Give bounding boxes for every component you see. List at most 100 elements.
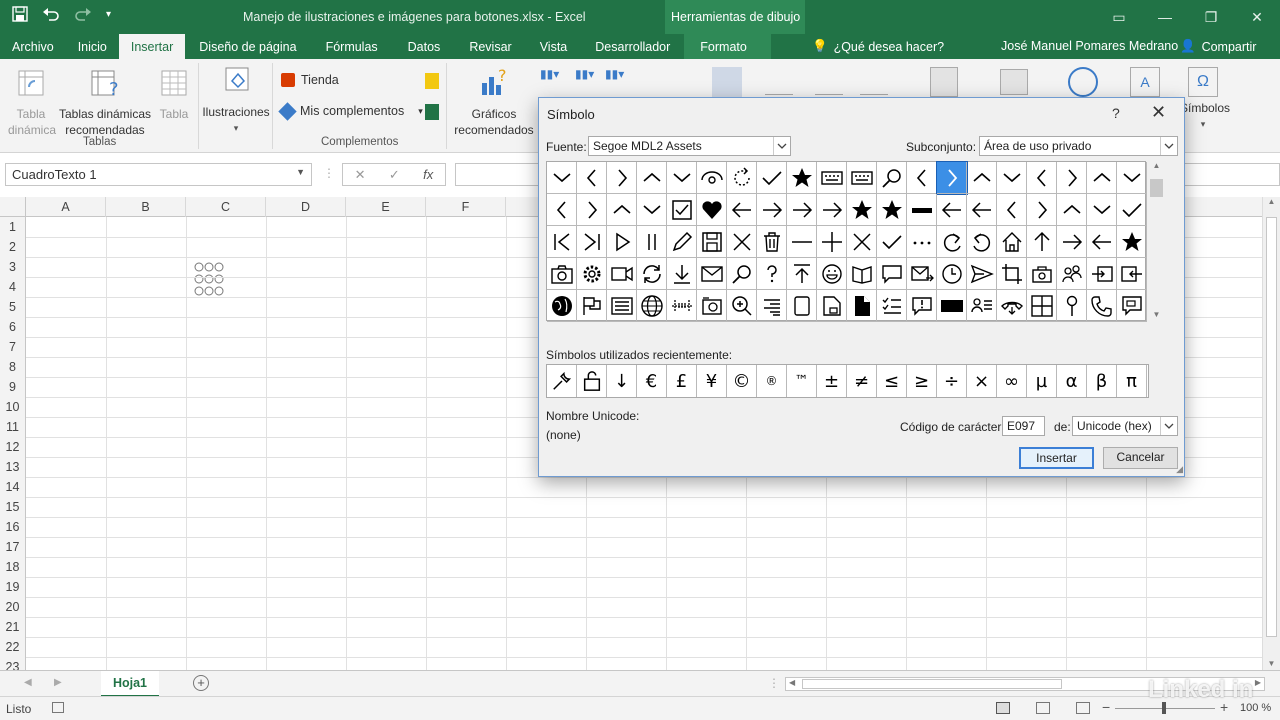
column-chart-icon[interactable]: ▮▮▾ [540,67,559,81]
align-right-icon[interactable] [757,290,787,322]
mail-send-icon[interactable] [907,258,937,290]
close-icon[interactable]: ✕ [1234,0,1280,34]
pivot-table-button[interactable]: Tabla dinámica [8,67,56,138]
recommended-pivot-button[interactable]: ? Tablas dinámicas recomendadas [58,67,152,138]
play-icon[interactable] [607,226,637,258]
arrow-up-icon[interactable] [1027,226,1057,258]
next-icon[interactable] [577,226,607,258]
tab-formulas[interactable]: Fórmulas [311,34,393,59]
star-icon[interactable] [787,162,817,194]
xmark-icon[interactable] [847,226,877,258]
save-icon[interactable] [12,6,28,22]
arrow-left-icon[interactable] [937,194,967,226]
tab-formato[interactable]: Formato [684,34,771,59]
cancel-button[interactable]: Cancelar [1103,447,1178,469]
zoom-out-icon[interactable]: − [1102,699,1110,715]
text-icon[interactable]: A [1130,67,1160,97]
arrow-left-icon[interactable] [1087,226,1117,258]
recent-symbol[interactable]: © [727,365,757,397]
tab-desarrollador[interactable]: Desarrollador [581,34,684,59]
arrow-left-icon[interactable] [967,194,997,226]
chev-up-icon[interactable] [967,162,997,194]
search-icon[interactable] [877,162,907,194]
line-chart-icon[interactable]: ▮▮▾ [575,67,594,81]
close-icon[interactable]: ✕ [1151,102,1166,123]
from-select[interactable]: Unicode (hex) [1072,416,1178,436]
recent-symbol[interactable]: α [1057,365,1087,397]
box-arrow-l-icon[interactable] [1117,258,1147,290]
home-icon[interactable] [997,226,1027,258]
help-button[interactable]: ? [1112,105,1120,121]
check-icon[interactable] [1117,194,1147,226]
checklist-icon[interactable] [877,290,907,322]
scroll-thumb[interactable] [1266,217,1277,637]
scroll-thumb[interactable] [802,679,1062,689]
keyboard-icon[interactable] [847,162,877,194]
tab-vista[interactable]: Vista [526,34,582,59]
row-header[interactable]: 5 [0,297,26,317]
lock-cam-icon[interactable] [1027,258,1057,290]
chev-right-icon[interactable] [1057,162,1087,194]
recent-symbol[interactable]: ÷ [937,365,967,397]
plus-icon[interactable] [817,226,847,258]
download-icon[interactable] [667,258,697,290]
chevron-down-icon[interactable] [1160,137,1177,155]
chev-right-icon[interactable] [936,161,968,195]
chev-down-icon[interactable] [1087,194,1117,226]
chev-left-icon[interactable] [997,194,1027,226]
redo-icon[interactable] [937,226,967,258]
tab-datos[interactable]: Datos [393,34,456,59]
chev-right-icon[interactable] [577,194,607,226]
globe-icon[interactable] [637,290,667,322]
chev-down-icon[interactable] [547,162,577,194]
chat-box-icon[interactable] [1117,290,1147,322]
recent-symbol[interactable]: µ [1027,365,1057,397]
recent-symbol[interactable]: ≥ [907,365,937,397]
recent-symbol[interactable]: € [637,365,667,397]
recent-symbol[interactable]: ™ [787,365,817,397]
textbox-selection-handles[interactable] [194,262,224,296]
pivot-chart-icon[interactable] [712,67,742,97]
chevron-down-icon[interactable] [1160,417,1177,435]
column-header[interactable]: B [106,197,186,217]
recent-symbol[interactable]: π [1117,365,1147,397]
hangup-icon[interactable] [997,290,1027,322]
crop-icon[interactable] [997,258,1027,290]
keyboard-icon[interactable] [817,162,847,194]
row-header[interactable]: 22 [0,637,26,657]
unlock-icon[interactable] [577,365,607,397]
minus-icon[interactable] [787,226,817,258]
row-header[interactable]: 14 [0,477,26,497]
recent-symbol[interactable]: ↓ [607,365,637,397]
check-icon[interactable] [757,162,787,194]
prev-icon[interactable] [547,226,577,258]
grid-4-icon[interactable] [1027,290,1057,322]
scroll-left-icon[interactable]: ◀ [789,678,795,687]
row-header[interactable]: 1 [0,217,26,237]
eye-icon[interactable] [697,162,727,194]
check-icon[interactable] [877,226,907,258]
minimize-icon[interactable]: — [1142,0,1188,34]
prev-sheet-icon[interactable]: ◀ [24,677,32,688]
row-header[interactable]: 15 [0,497,26,517]
recent-symbol[interactable]: ≠ [847,365,877,397]
scroll-thumb[interactable] [1150,179,1163,197]
lock-doc-icon[interactable] [817,290,847,322]
pencil-icon[interactable] [667,226,697,258]
recent-symbol[interactable]: £ [667,365,697,397]
resize-grip-icon[interactable]: ◢ [1176,464,1183,475]
vertical-scrollbar[interactable]: ▲ ▼ [1262,197,1280,670]
phone-icon[interactable] [1087,290,1117,322]
name-box[interactable]: CuadroTexto 1 ▼ [5,163,312,186]
store-button[interactable]: Tienda [281,73,339,87]
select-all-corner[interactable] [0,197,26,217]
column-header[interactable]: A [26,197,106,217]
chat-alert-icon[interactable] [907,290,937,322]
illustrations-button[interactable]: Ilustraciones ▾ [202,65,270,136]
row-header[interactable]: 10 [0,397,26,417]
checkbox-icon[interactable] [667,194,697,226]
row-header[interactable]: 9 [0,377,26,397]
chev-up-icon[interactable] [607,194,637,226]
refresh-icon[interactable] [727,162,757,194]
bing-maps-icon[interactable] [425,73,439,89]
